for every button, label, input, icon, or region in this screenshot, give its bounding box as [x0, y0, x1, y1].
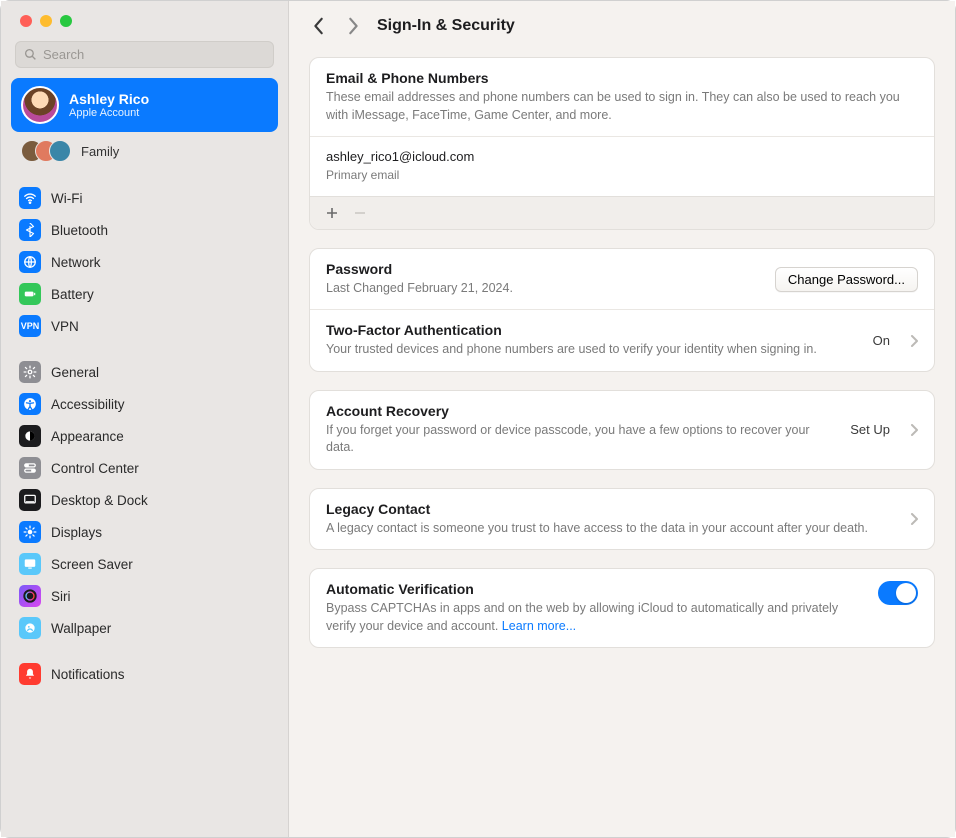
two-factor-row[interactable]: Two-Factor Authentication Your trusted d… — [310, 309, 934, 371]
two-factor-value: On — [873, 333, 890, 348]
password-panel: Password Last Changed February 21, 2024.… — [309, 248, 935, 372]
screensaver-icon — [19, 553, 41, 575]
bluetooth-icon — [19, 219, 41, 241]
gear-icon — [19, 361, 41, 383]
chevron-right-icon — [910, 335, 918, 347]
sidebar-item-label: Control Center — [51, 461, 139, 476]
sidebar-item-appearance[interactable]: Appearance — [11, 420, 278, 452]
recovery-title: Account Recovery — [326, 403, 836, 419]
account-subtitle: Apple Account — [69, 107, 149, 119]
vpn-icon: VPN — [19, 315, 41, 337]
sidebar-item-label: Siri — [51, 589, 71, 604]
sidebar-item-notifications[interactable]: Notifications — [11, 658, 278, 690]
sidebar-item-wifi[interactable]: Wi-Fi — [11, 182, 278, 214]
auto-verify-desc: Bypass CAPTCHAs in apps and on the web b… — [326, 600, 864, 635]
sidebar-item-desktop-dock[interactable]: Desktop & Dock — [11, 484, 278, 516]
user-avatar — [21, 86, 59, 124]
legacy-contact-row[interactable]: Legacy Contact A legacy contact is someo… — [310, 489, 934, 550]
add-email-button[interactable] — [320, 203, 344, 223]
sidebar-item-label: Screen Saver — [51, 557, 133, 572]
account-recovery-row[interactable]: Account Recovery If you forget your pass… — [310, 391, 934, 469]
sidebar-item-screen-saver[interactable]: Screen Saver — [11, 548, 278, 580]
sidebar-item-label: Battery — [51, 287, 94, 302]
fullscreen-window-button[interactable] — [60, 15, 72, 27]
legacy-desc: A legacy contact is someone you trust to… — [326, 520, 890, 538]
family-avatars — [21, 140, 71, 162]
email-phone-panel: Email & Phone Numbers These email addres… — [309, 57, 935, 230]
dock-icon — [19, 489, 41, 511]
siri-icon — [19, 585, 41, 607]
legacy-title: Legacy Contact — [326, 501, 890, 517]
sidebar-item-battery[interactable]: Battery — [11, 278, 278, 310]
auto-verify-toggle[interactable] — [878, 581, 918, 605]
sidebar-item-siri[interactable]: Siri — [11, 580, 278, 612]
sidebar-item-label: VPN — [51, 319, 79, 334]
remove-email-button — [348, 203, 372, 223]
sidebar-item-label: General — [51, 365, 99, 380]
sidebar-item-network[interactable]: Network — [11, 246, 278, 278]
change-password-button[interactable]: Change Password... — [775, 267, 918, 292]
wifi-icon — [19, 187, 41, 209]
sidebar-item-label: Notifications — [51, 667, 125, 682]
account-recovery-panel: Account Recovery If you forget your pass… — [309, 390, 935, 470]
sidebar-item-label: Appearance — [51, 429, 124, 444]
two-factor-title: Two-Factor Authentication — [326, 322, 859, 338]
chevron-right-icon — [910, 424, 918, 436]
sidebar-item-label: Network — [51, 255, 101, 270]
sidebar-item-accessibility[interactable]: Accessibility — [11, 388, 278, 420]
search-icon — [24, 48, 37, 61]
password-desc: Last Changed February 21, 2024. — [326, 280, 761, 298]
family-label: Family — [81, 144, 119, 159]
account-name: Ashley Rico — [69, 91, 149, 107]
sidebar-item-label: Desktop & Dock — [51, 493, 148, 508]
primary-email-value: ashley_rico1@icloud.com — [326, 149, 918, 164]
two-factor-desc: Your trusted devices and phone numbers a… — [326, 341, 859, 359]
sidebar: Ashley Rico Apple Account Family Wi-Fi Bl… — [1, 1, 289, 837]
display-icon — [19, 521, 41, 543]
sidebar-item-general[interactable]: General — [11, 356, 278, 388]
bell-icon — [19, 663, 41, 685]
sidebar-item-label: Displays — [51, 525, 102, 540]
chevron-right-icon — [910, 513, 918, 525]
password-title: Password — [326, 261, 761, 277]
sidebar-item-vpn[interactable]: VPN VPN — [11, 310, 278, 342]
search-input[interactable] — [43, 47, 265, 62]
primary-email-label: Primary email — [326, 167, 918, 184]
sidebar-item-label: Bluetooth — [51, 223, 108, 238]
email-row[interactable]: ashley_rico1@icloud.com Primary email — [310, 136, 934, 196]
page-title: Sign-In & Security — [377, 17, 515, 35]
email-phone-title: Email & Phone Numbers — [326, 70, 918, 86]
email-list-footer — [310, 196, 934, 229]
globe-icon — [19, 251, 41, 273]
content-pane: Sign-In & Security Email & Phone Numbers… — [289, 1, 955, 837]
battery-icon — [19, 283, 41, 305]
sidebar-item-bluetooth[interactable]: Bluetooth — [11, 214, 278, 246]
auto-verify-title: Automatic Verification — [326, 581, 864, 597]
back-button[interactable] — [309, 15, 329, 37]
sidebar-item-family[interactable]: Family — [11, 134, 278, 168]
sidebar-item-label: Wi-Fi — [51, 191, 82, 206]
learn-more-link[interactable]: Learn more... — [502, 619, 576, 633]
recovery-desc: If you forget your password or device pa… — [326, 422, 836, 457]
email-phone-desc: These email addresses and phone numbers … — [326, 89, 918, 124]
sidebar-item-label: Accessibility — [51, 397, 125, 412]
accessibility-icon — [19, 393, 41, 415]
forward-button[interactable] — [343, 15, 363, 37]
automatic-verification-panel: Automatic Verification Bypass CAPTCHAs i… — [309, 568, 935, 648]
sidebar-item-wallpaper[interactable]: Wallpaper — [11, 612, 278, 644]
search-field[interactable] — [15, 41, 274, 68]
close-window-button[interactable] — [20, 15, 32, 27]
wallpaper-icon — [19, 617, 41, 639]
window-controls — [1, 1, 288, 33]
switches-icon — [19, 457, 41, 479]
appearance-icon — [19, 425, 41, 447]
sidebar-item-label: Wallpaper — [51, 621, 111, 636]
sidebar-item-apple-account[interactable]: Ashley Rico Apple Account — [11, 78, 278, 132]
recovery-value: Set Up — [850, 422, 890, 437]
sidebar-item-displays[interactable]: Displays — [11, 516, 278, 548]
minimize-window-button[interactable] — [40, 15, 52, 27]
sidebar-item-control-center[interactable]: Control Center — [11, 452, 278, 484]
legacy-contact-panel: Legacy Contact A legacy contact is someo… — [309, 488, 935, 551]
content-header: Sign-In & Security — [289, 1, 955, 51]
